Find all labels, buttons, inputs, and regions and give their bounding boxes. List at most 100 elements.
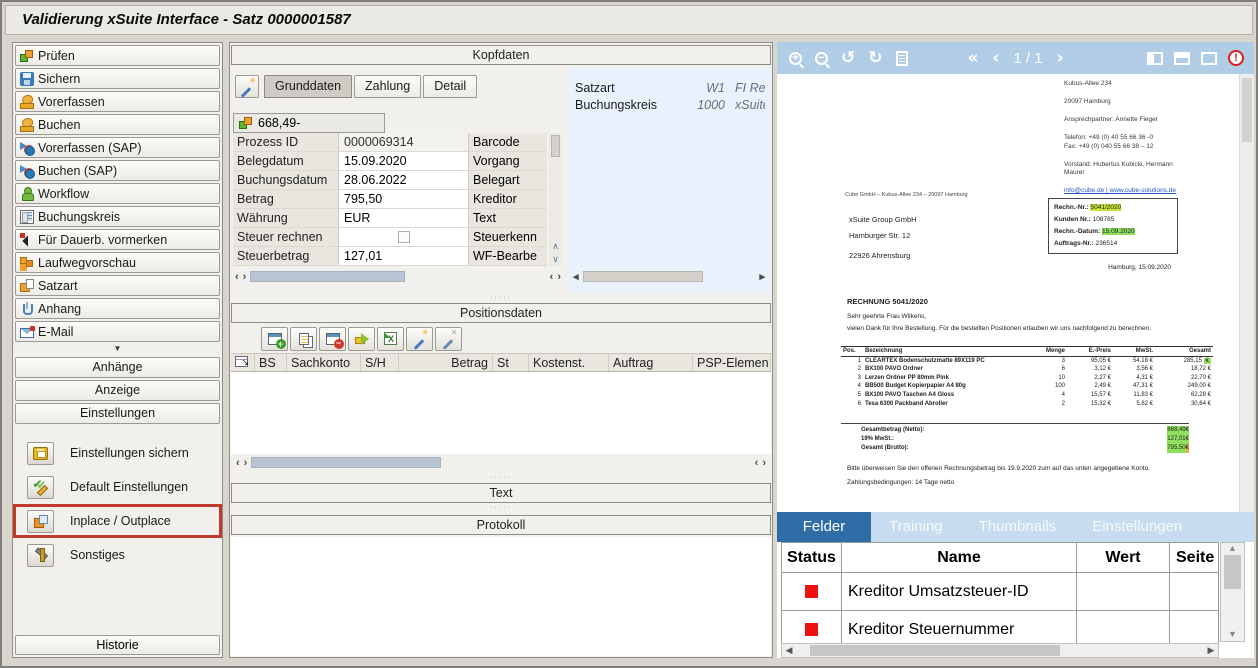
splitter[interactable]: ·····	[231, 295, 771, 301]
summary-row[interactable]: Buchungskreis1000xSuite	[569, 96, 771, 113]
fields-vertical-scrollbar[interactable]: ∧ ∨	[549, 133, 562, 266]
fields-column-status[interactable]: Status	[782, 543, 842, 572]
check-pencil-button[interactable]	[27, 476, 54, 499]
fit-page-icon[interactable]	[896, 51, 908, 66]
scroll-right-icon[interactable]: ›	[762, 456, 766, 470]
fields-column-name[interactable]: Name	[842, 543, 1077, 572]
scrollbar-thumb[interactable]	[583, 271, 703, 282]
sidebar-item-laufwegvorschau[interactable]: Laufwegvorschau	[15, 252, 220, 273]
historie-button[interactable]: Historie	[15, 635, 220, 655]
amount-tab[interactable]: 668,49-	[233, 113, 385, 133]
sidebar-item-sichern[interactable]: Sichern	[15, 68, 220, 89]
status-cell[interactable]	[782, 573, 842, 610]
text-section-header[interactable]: Text	[231, 483, 771, 503]
sidebar-more-arrow[interactable]: ▼	[13, 342, 222, 355]
rotate-left-icon[interactable]: ↺	[841, 48, 855, 68]
column-header-psp-elemen[interactable]: PSP-Elemen	[693, 354, 771, 371]
tab-training[interactable]: Training	[871, 512, 961, 542]
fields-horizontal-scrollbar[interactable]: ‹ › ‹ ›	[235, 269, 561, 284]
scroll-left-icon[interactable]: ◂	[573, 270, 579, 284]
fields-column-wert[interactable]: Wert	[1077, 543, 1170, 572]
protokoll-section-header[interactable]: Protokoll	[231, 515, 771, 535]
sidebar-item-pr-fen[interactable]: Prüfen	[15, 45, 220, 66]
field-input-buchungsdatum[interactable]: 28.06.2022	[339, 171, 469, 189]
fields-row-kreditor-umsatzsteuer-id[interactable]: Kreditor Umsatzsteuer-ID	[782, 573, 1219, 611]
sidebar-item-buchen-sap-[interactable]: Buchen (SAP)	[15, 160, 220, 181]
document-vertical-scrollbar[interactable]	[1239, 74, 1254, 512]
scroll-right-icon[interactable]: ›	[244, 456, 248, 470]
scrollbar-thumb[interactable]	[1242, 78, 1252, 142]
scroll-right-icon[interactable]: ›	[243, 270, 247, 284]
tools-button[interactable]	[27, 544, 54, 567]
column-header-auftrag[interactable]: Auftrag	[609, 354, 693, 371]
positions-horizontal-scrollbar[interactable]: ‹ › ‹ ›	[236, 455, 766, 470]
split-vertical-icon[interactable]	[1147, 52, 1163, 65]
tab-thumbnails[interactable]: Thumbnails	[961, 512, 1075, 542]
column-header-st[interactable]: St	[493, 354, 529, 371]
scrollbar-thumb[interactable]	[551, 135, 560, 157]
settings-item-default-einstellungen[interactable]: Default Einstellungen	[13, 470, 222, 504]
prev-page-icon[interactable]: ‹	[992, 48, 999, 68]
sidebar-item-workflow[interactable]: Workflow	[15, 183, 220, 204]
scroll-left-icon[interactable]: ‹	[550, 270, 554, 284]
field-input-prozess-id[interactable]: 0000069314	[339, 133, 469, 151]
tab-grunddaten[interactable]: Grunddaten	[264, 75, 352, 98]
tab-felder[interactable]: Felder	[777, 512, 871, 542]
autofill-wand-button[interactable]	[235, 75, 259, 98]
sidebar-item-buchungskreis[interactable]: Buchungskreis	[15, 206, 220, 227]
scroll-right-icon[interactable]: ▸	[759, 270, 765, 284]
single-view-icon[interactable]	[1201, 52, 1217, 65]
field-input-betrag[interactable]: 795,50	[339, 190, 469, 208]
fields-horizontal-scrollbar[interactable]: ◀ ▶	[781, 643, 1219, 658]
tab-detail[interactable]: Detail	[423, 75, 477, 98]
column-header-sachkonto[interactable]: Sachkonto	[287, 354, 361, 371]
settings-item-einstellungen-sichern[interactable]: Einstellungen sichern	[13, 436, 222, 470]
transfer-button[interactable]	[348, 327, 375, 351]
splitter[interactable]: ·····	[231, 475, 771, 481]
scroll-left-icon[interactable]: ‹	[236, 456, 240, 470]
first-page-icon[interactable]: «	[967, 48, 978, 68]
column-header-betrag[interactable]: Betrag	[399, 354, 493, 371]
kopfdaten-header[interactable]: Kopfdaten	[231, 45, 771, 65]
positionsdaten-header[interactable]: Positionsdaten	[231, 303, 771, 323]
sidebar-group-anzeige[interactable]: Anzeige	[15, 380, 220, 401]
row-selector-column[interactable]	[231, 354, 255, 371]
scrollbar-thumb[interactable]	[251, 457, 441, 468]
sidebar-group-einstellungen[interactable]: Einstellungen	[15, 403, 220, 424]
scroll-down-icon[interactable]: ∨	[549, 254, 562, 265]
next-page-icon[interactable]: ›	[1057, 48, 1064, 68]
wand-button[interactable]	[406, 327, 433, 351]
field-input-steuer-rechnen[interactable]	[339, 228, 469, 246]
protokoll-body[interactable]	[231, 537, 771, 656]
sidebar-item-e-mail[interactable]: E-Mail	[15, 321, 220, 342]
summary-horizontal-scrollbar[interactable]: ◂ ▸	[573, 269, 765, 284]
copy-button[interactable]	[290, 327, 317, 351]
excel-button[interactable]	[377, 327, 404, 351]
fields-column-seite[interactable]: Seite	[1170, 543, 1219, 572]
field-input-belegdatum[interactable]: 15.09.2020	[339, 152, 469, 170]
remove-row-button[interactable]	[319, 327, 346, 351]
scroll-up-icon[interactable]: ▲	[1228, 543, 1237, 553]
sidebar-item-satzart[interactable]: Satzart	[15, 275, 220, 296]
field-input-steuerbetrag[interactable]: 127,01	[339, 247, 469, 265]
splitter[interactable]: ·····	[231, 505, 771, 511]
scroll-left-icon[interactable]: ‹	[755, 456, 759, 470]
fields-vertical-scrollbar[interactable]: ▲ ▼	[1220, 542, 1245, 642]
scroll-down-icon[interactable]: ▼	[1221, 629, 1244, 639]
checkbox[interactable]	[398, 231, 410, 243]
scrollbar-thumb[interactable]	[250, 271, 405, 282]
column-header-s-h[interactable]: S/H	[361, 354, 399, 371]
sidebar-item-vorerfassen[interactable]: Vorerfassen	[15, 91, 220, 112]
positionsdaten-body[interactable]	[231, 372, 771, 454]
sidebar-group-anh-nge[interactable]: Anhänge	[15, 357, 220, 378]
scrollbar-thumb[interactable]	[1224, 555, 1241, 589]
floppy-yellow-button[interactable]	[27, 442, 54, 465]
split-horizontal-icon[interactable]	[1174, 52, 1190, 65]
scroll-left-icon[interactable]: ‹	[235, 270, 239, 284]
alert-icon[interactable]: !	[1228, 50, 1244, 66]
scroll-left-icon[interactable]: ◀	[782, 645, 796, 656]
column-header-kostenst-[interactable]: Kostenst.	[529, 354, 609, 371]
scrollbar-thumb[interactable]	[810, 645, 1060, 656]
name-cell[interactable]: Kreditor Umsatzsteuer-ID	[842, 573, 1077, 610]
scroll-up-icon[interactable]: ∧	[549, 241, 562, 252]
